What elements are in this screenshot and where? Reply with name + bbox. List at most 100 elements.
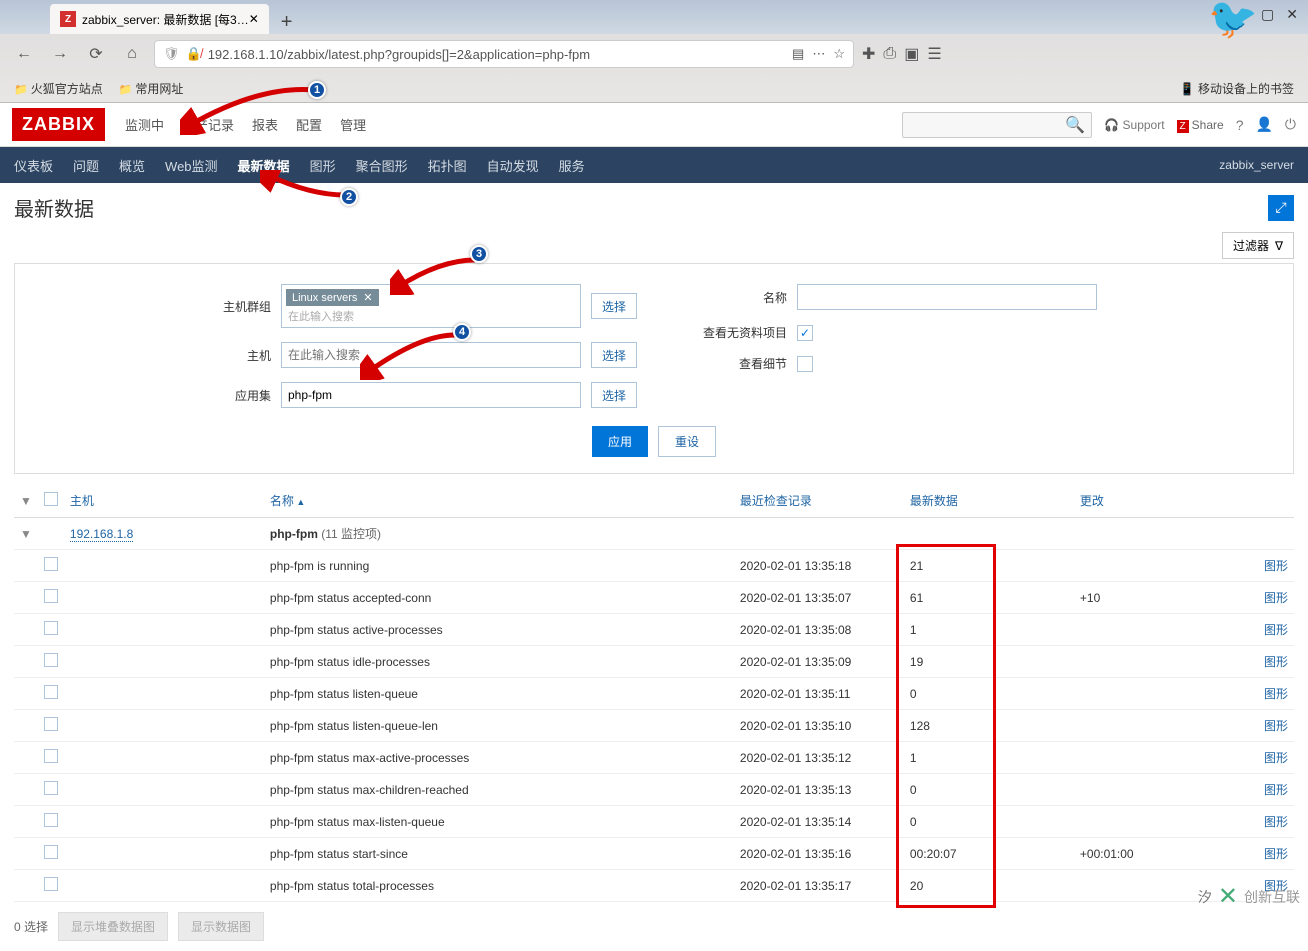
select-application-button[interactable]: 选择	[591, 382, 637, 408]
nav-reports[interactable]: 报表	[252, 115, 278, 134]
subnav-overview[interactable]: 概览	[119, 156, 145, 175]
row-checkbox[interactable]	[44, 685, 58, 699]
url-bar[interactable]: 🛡 🔒̸ 192.168.1.10/zabbix/latest.php?grou…	[154, 40, 854, 68]
filter-toggle[interactable]: 过滤器 ∇	[1222, 232, 1294, 259]
back-button[interactable]: ←	[10, 40, 38, 68]
th-lastcheck[interactable]: 最近检查记录	[740, 494, 812, 508]
graph-link[interactable]: 图形	[1264, 655, 1288, 669]
hostgroup-token[interactable]: Linux servers✕	[286, 289, 379, 306]
forward-button[interactable]: →	[46, 40, 74, 68]
select-host-button[interactable]: 选择	[591, 342, 637, 368]
search-icon: 🔍	[1065, 115, 1085, 135]
new-tab-button[interactable]: +	[281, 11, 293, 34]
browser-tab[interactable]: Z zabbix_server: 最新数据 [每3… ✕	[50, 4, 269, 34]
home-button[interactable]: ⌂	[118, 40, 146, 68]
reset-button[interactable]: 重设	[658, 426, 716, 457]
close-icon[interactable]: ✕	[363, 291, 372, 304]
th-host[interactable]: 主机	[70, 494, 94, 508]
nav-config[interactable]: 配置	[296, 115, 322, 134]
subnav-graphs[interactable]: 图形	[310, 156, 336, 175]
th-name[interactable]: 名称	[270, 494, 294, 508]
reload-button[interactable]: ⟳	[82, 40, 110, 68]
th-lastdata[interactable]: 最新数据	[910, 494, 958, 508]
row-checkbox[interactable]	[44, 589, 58, 603]
close-window-icon[interactable]: ✕	[1286, 6, 1298, 23]
subnav-maps[interactable]: 拓扑图	[428, 156, 467, 175]
graph-button[interactable]: 显示数据图	[178, 912, 264, 941]
shield-icon: 🛡	[163, 46, 180, 62]
graph-link[interactable]: 图形	[1264, 783, 1288, 797]
subnav-screens[interactable]: 聚合图形	[356, 156, 408, 175]
zabbix-favicon: Z	[60, 11, 76, 27]
logout-icon[interactable]: ⏻	[1285, 116, 1296, 133]
stacked-graph-button[interactable]: 显示堆叠数据图	[58, 912, 168, 941]
nav-monitoring[interactable]: 监测中	[125, 115, 164, 134]
graph-link[interactable]: 图形	[1264, 591, 1288, 605]
row-checkbox[interactable]	[44, 813, 58, 827]
user-icon[interactable]: 👤	[1255, 116, 1272, 133]
collapse-icon[interactable]: ▼	[20, 527, 32, 541]
graph-link[interactable]: 图形	[1264, 751, 1288, 765]
subnav-discovery[interactable]: 自动发现	[487, 156, 539, 175]
bookmark-folder-2[interactable]: 常用网址	[119, 80, 184, 97]
maximize-icon[interactable]: ▢	[1261, 6, 1274, 23]
expand-button[interactable]: ⤢	[1268, 195, 1294, 221]
select-hostgroup-button[interactable]: 选择	[591, 293, 637, 319]
row-checkbox[interactable]	[44, 557, 58, 571]
lastcheck: 2020-02-01 13:35:17	[734, 870, 904, 902]
menu-icon[interactable]: ☰	[927, 44, 941, 64]
badge-2: 2	[340, 188, 358, 206]
row-checkbox[interactable]	[44, 717, 58, 731]
row-checkbox[interactable]	[44, 781, 58, 795]
nav-inventory[interactable]: 资产记录	[182, 115, 234, 134]
graph-link[interactable]: 图形	[1264, 719, 1288, 733]
subnav-web[interactable]: Web监测	[165, 156, 218, 175]
host-input[interactable]	[281, 342, 581, 368]
row-checkbox[interactable]	[44, 621, 58, 635]
row-checkbox[interactable]	[44, 749, 58, 763]
show-empty-checkbox[interactable]: ✓	[797, 325, 813, 341]
more-icon[interactable]: ⋯	[812, 46, 825, 62]
bookmark-folder-1[interactable]: 火狐官方站点	[14, 80, 103, 97]
hostgroup-input[interactable]: Linux servers✕ 在此输入搜索	[281, 284, 581, 328]
apply-button[interactable]: 应用	[592, 426, 648, 457]
graph-link[interactable]: 图形	[1264, 559, 1288, 573]
checkbox-all[interactable]	[38, 484, 64, 518]
share-link[interactable]: Share	[1177, 118, 1224, 132]
change	[1074, 646, 1204, 678]
subnav-services[interactable]: 服务	[559, 156, 585, 175]
reader-icon[interactable]: ▤	[792, 46, 804, 62]
expand-col[interactable]: ▼	[14, 484, 38, 518]
row-checkbox[interactable]	[44, 877, 58, 891]
th-change[interactable]: 更改	[1080, 494, 1104, 508]
support-link[interactable]: 🎧 Support	[1104, 118, 1164, 132]
name-input[interactable]	[797, 284, 1097, 310]
help-icon[interactable]: ?	[1236, 117, 1244, 133]
row-checkbox[interactable]	[44, 653, 58, 667]
show-details-checkbox[interactable]	[797, 356, 813, 372]
row-checkbox[interactable]	[44, 845, 58, 859]
lastcheck: 2020-02-01 13:35:14	[734, 806, 904, 838]
item-name: php-fpm status active-processes	[264, 614, 734, 646]
subnav-dashboard[interactable]: 仪表板	[14, 156, 53, 175]
subnav-problems[interactable]: 问题	[73, 156, 99, 175]
mobile-bookmarks[interactable]: 📱 移动设备上的书签	[1180, 80, 1294, 97]
graph-link[interactable]: 图形	[1264, 815, 1288, 829]
graph-link[interactable]: 图形	[1264, 687, 1288, 701]
search-input[interactable]: 🔍	[902, 112, 1092, 138]
subnav-latestdata[interactable]: 最新数据	[238, 156, 290, 175]
sidebar-icon[interactable]: ▣	[904, 44, 919, 64]
host-link[interactable]: 192.168.1.8	[70, 527, 133, 542]
lastcheck: 2020-02-01 13:35:11	[734, 678, 904, 710]
application-input[interactable]	[281, 382, 581, 408]
graph-link[interactable]: 图形	[1264, 623, 1288, 637]
nav-admin[interactable]: 管理	[340, 115, 366, 134]
insecure-icon: 🔒̸	[186, 46, 202, 62]
bookmark-star-icon[interactable]: ☆	[833, 46, 845, 62]
graph-link[interactable]: 图形	[1264, 847, 1288, 861]
close-icon[interactable]: ✕	[249, 12, 259, 26]
zabbix-logo[interactable]: ZABBIX	[12, 108, 105, 141]
extension-icon[interactable]: ✚	[862, 44, 875, 64]
library-icon[interactable]: ⎙	[883, 45, 896, 63]
lastdata: 19	[904, 646, 1074, 678]
